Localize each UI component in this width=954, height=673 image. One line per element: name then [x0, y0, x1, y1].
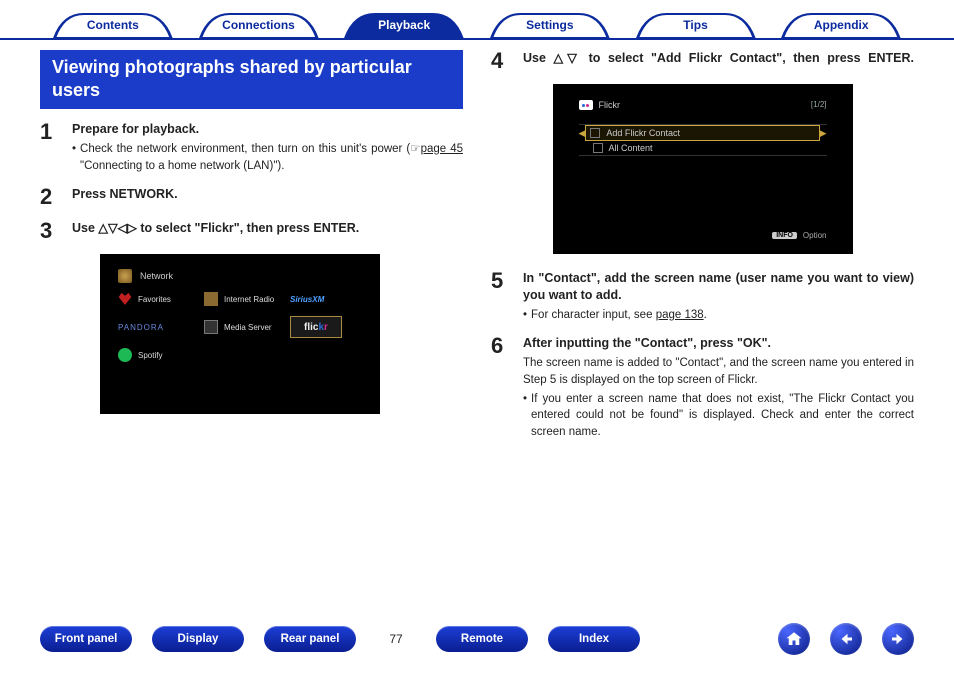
- server-icon: [204, 320, 218, 334]
- dpad-icon: △▽◁▷: [98, 221, 136, 235]
- step-heading: Use △▽◁▷ to select "Flickr", then press …: [72, 220, 463, 237]
- net-item-internet-radio: Internet Radio: [204, 292, 276, 306]
- shot2-option: INFO Option: [772, 231, 826, 240]
- updown-icon: △▽: [554, 51, 581, 65]
- prev-button[interactable]: [830, 623, 862, 655]
- front-panel-button[interactable]: Front panel: [40, 626, 132, 652]
- net-item-favorites: Favorites: [118, 292, 190, 306]
- step-number: 4: [491, 50, 513, 72]
- bullet-text: For character input, see: [531, 309, 656, 321]
- bottom-nav: Front panel Display Rear panel 77 Remote…: [0, 623, 954, 655]
- step-1: 1 Prepare for playback. Check the networ…: [40, 121, 463, 174]
- tab-settings[interactable]: Settings: [477, 12, 623, 38]
- radio-icon: [204, 292, 218, 306]
- net-item-media-server: Media Server: [204, 316, 276, 338]
- left-arrow-icon: ◀: [579, 128, 586, 139]
- tab-contents[interactable]: Contents: [40, 12, 186, 38]
- step-number: 2: [40, 186, 62, 208]
- step-heading: Press NETWORK.: [72, 186, 463, 203]
- tab-connections[interactable]: Connections: [186, 12, 332, 38]
- step-number: 6: [491, 335, 513, 440]
- shot2-count: [1/2]: [811, 100, 827, 109]
- step-bullet: Check the network environment, then turn…: [72, 141, 463, 174]
- info-badge: INFO: [772, 232, 797, 239]
- step-number: 3: [40, 220, 62, 242]
- hand-icon: ☞: [410, 143, 420, 155]
- home-icon: [785, 630, 803, 648]
- arrow-right-icon: [889, 630, 907, 648]
- page-45-link[interactable]: page 45: [421, 143, 463, 155]
- step-4: 4 Use △▽ to select "Add Flickr Contact",…: [491, 50, 914, 72]
- shot2-row-all-content: All Content: [579, 141, 827, 155]
- step-3: 3 Use △▽◁▷ to select "Flickr", then pres…: [40, 220, 463, 242]
- page-138-link[interactable]: page 138: [656, 309, 704, 321]
- step-6: 6 After inputting the "Contact", press "…: [491, 335, 914, 440]
- left-column: Viewing photographs shared by particular…: [40, 50, 463, 453]
- tab-appendix[interactable]: Appendix: [768, 12, 914, 38]
- globe-icon: [118, 269, 132, 283]
- section-title: Viewing photographs shared by particular…: [40, 50, 463, 109]
- display-button[interactable]: Display: [152, 626, 244, 652]
- step-heading: After inputting the "Contact", press "OK…: [523, 335, 914, 352]
- network-screenshot: Network Favorites Internet Radio SiriusX…: [100, 254, 380, 414]
- step-5: 5 In "Contact", add the screen name (use…: [491, 270, 914, 323]
- folder-icon: [593, 143, 603, 153]
- page-number: 77: [376, 632, 416, 646]
- page-body: Viewing photographs shared by particular…: [0, 40, 954, 453]
- right-arrow-icon: ▶: [820, 128, 827, 139]
- flickr-icon: [579, 100, 593, 110]
- index-button[interactable]: Index: [548, 626, 640, 652]
- net-item-pandora: PANDORA: [118, 316, 190, 338]
- net-item-siriusxm: SiriusXM: [290, 292, 362, 306]
- step-number: 5: [491, 270, 513, 323]
- spotify-icon: [118, 348, 132, 362]
- bullet-text: .: [704, 309, 707, 321]
- bullet-text: "Connecting to a home network (LAN)").: [80, 160, 284, 172]
- flickr-screenshot: Flickr [1/2] ◀ Add Flickr Contact ▶: [553, 84, 853, 254]
- step-heading: In "Contact", add the screen name (user …: [523, 270, 914, 304]
- next-button[interactable]: [882, 623, 914, 655]
- shot-title: Network: [140, 271, 173, 281]
- top-tab-nav: Contents Connections Playback Settings T…: [0, 0, 954, 40]
- step-2: 2 Press NETWORK.: [40, 186, 463, 208]
- bullet-text: If you enter a screen name that does not…: [531, 391, 914, 441]
- net-item-spotify: Spotify: [118, 348, 190, 362]
- step-heading: Use △▽ to select "Add Flickr Contact", t…: [523, 50, 914, 67]
- heart-icon: [118, 292, 132, 306]
- step-bullet: If you enter a screen name that does not…: [523, 391, 914, 441]
- tab-playback[interactable]: Playback: [331, 12, 477, 38]
- arrow-left-icon: [837, 630, 855, 648]
- step-body-text: The screen name is added to "Contact", a…: [523, 355, 914, 388]
- home-button[interactable]: [778, 623, 810, 655]
- step-number: 1: [40, 121, 62, 174]
- shot2-row-add-contact: Add Flickr Contact: [585, 125, 819, 141]
- shot2-title-text: Flickr: [599, 100, 621, 110]
- tab-tips[interactable]: Tips: [623, 12, 769, 38]
- rear-panel-button[interactable]: Rear panel: [264, 626, 356, 652]
- net-item-flickr: flickr: [290, 316, 362, 338]
- bullet-text: Check the network environment, then turn…: [80, 143, 410, 155]
- folder-icon: [590, 128, 600, 138]
- remote-button[interactable]: Remote: [436, 626, 528, 652]
- flickr-tile: flickr: [290, 316, 342, 338]
- step-heading: Prepare for playback.: [72, 121, 463, 138]
- right-column: 4 Use △▽ to select "Add Flickr Contact",…: [491, 50, 914, 453]
- step-bullet: For character input, see page 138.: [523, 307, 914, 324]
